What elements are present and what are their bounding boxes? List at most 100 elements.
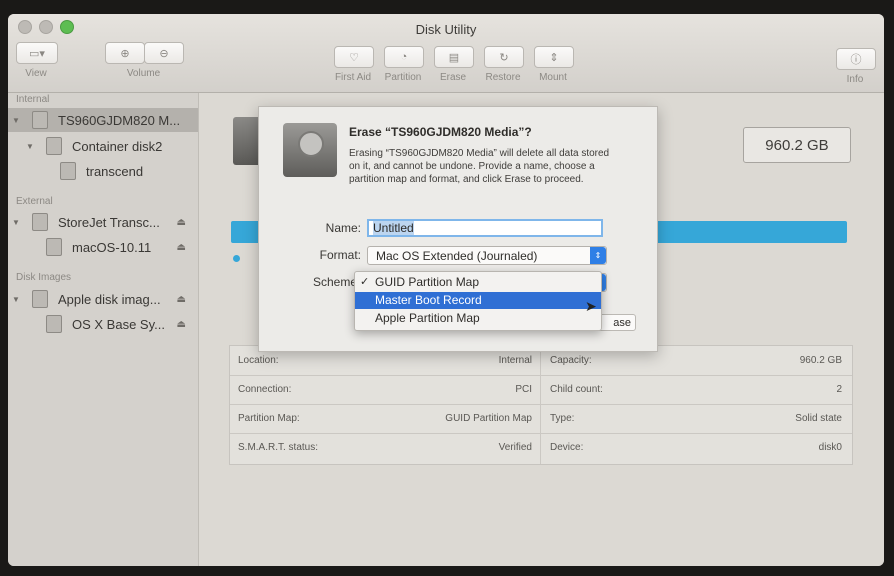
mount-button[interactable]: ⇕ [534, 46, 574, 68]
erase-icon: ▤ [448, 51, 460, 64]
connection-label: Connection: [238, 384, 292, 395]
volume-icon [46, 238, 62, 256]
type-value: Solid state [795, 413, 842, 424]
info-icon: ⓘ [850, 54, 862, 66]
sidebar: Internal ▼ TS960GJDM820 M... ▼ Container… [8, 93, 199, 566]
table-row: Connection: PCI Child count: 2 [230, 375, 852, 405]
sidebar-icon: ▭▾ [29, 47, 45, 60]
sidebar-item-ts960-media[interactable]: ▼ TS960GJDM820 M... [8, 108, 198, 132]
name-field[interactable]: Untitled [367, 219, 603, 237]
info-button[interactable]: ⓘ [836, 48, 876, 70]
sidebar-item-label: TS960GJDM820 M... [58, 112, 181, 128]
restore-label: Restore [485, 72, 521, 83]
disclosure-triangle-icon[interactable]: ▼ [12, 116, 20, 125]
dialog-description: Erasing “TS960GJDM820 Media” will delete… [349, 148, 610, 185]
table-row: Partition Map: GUID Partition Map Type: … [230, 404, 852, 434]
child-count-label: Child count: [550, 384, 603, 395]
sidebar-item-label: macOS-10.11 [72, 239, 152, 255]
internal-disk-icon [32, 111, 48, 129]
info-label: Info [846, 74, 864, 85]
mount-icon: ⇕ [549, 51, 559, 64]
remove-volume-button[interactable]: ⊖ [144, 42, 184, 64]
sidebar-item-storejet[interactable]: ▼ StoreJet Transc... ⏏ [8, 210, 198, 234]
eject-icon[interactable]: ⏏ [177, 242, 186, 253]
smart-status-value: Verified [498, 442, 532, 453]
partition-label: Partition [384, 72, 422, 83]
eject-icon[interactable]: ⏏ [177, 294, 186, 305]
scheme-dropdown-menu: ✓ GUID Partition Map Master Boot Record … [354, 271, 602, 331]
sidebar-item-transcend[interactable]: transcend [8, 159, 198, 183]
updown-chevron-icon: ⇕ [590, 247, 606, 264]
internal-section-header: Internal [16, 94, 50, 105]
menu-item-apple-partition-map[interactable]: Apple Partition Map [355, 310, 601, 327]
connection-value: PCI [515, 384, 532, 395]
disk-image-icon [32, 290, 48, 308]
restore-button[interactable]: ↻ [484, 46, 524, 68]
volume-icon [46, 315, 62, 333]
capacity-value: 960.2 GB [799, 355, 842, 366]
disk-images-section-header: Disk Images [16, 272, 72, 283]
menu-item-label: GUID Partition Map [375, 275, 480, 289]
view-label: View [25, 68, 47, 79]
checkmark-icon: ✓ [360, 276, 370, 288]
view-button[interactable]: ▭▾ [16, 42, 58, 64]
sidebar-item-label: Apple disk imag... [58, 291, 161, 307]
usage-legend-dot [233, 255, 240, 262]
scheme-label: Scheme [312, 275, 357, 289]
window-title: Disk Utility [415, 22, 477, 37]
add-volume-icon: ⊕ [120, 47, 130, 60]
erase-toolbar-button[interactable]: ▤ [434, 46, 474, 68]
format-select[interactable]: Mac OS Extended (Journaled) ⇕ [367, 246, 607, 265]
menu-item-master-boot-record[interactable]: Master Boot Record [355, 292, 601, 309]
eject-icon[interactable]: ⏏ [177, 217, 186, 228]
volume-icon [60, 162, 76, 180]
smart-status-label: S.M.A.R.T. status: [238, 442, 319, 453]
menu-item-label: Apple Partition Map [375, 311, 480, 325]
first-aid-label: First Aid [334, 72, 372, 83]
dialog-title: Erase “TS960GJDM820 Media”? [349, 125, 532, 139]
disclosure-triangle-icon[interactable]: ▼ [26, 142, 34, 151]
sidebar-item-container-disk2[interactable]: ▼ Container disk2 [8, 134, 198, 158]
format-label: Format: [319, 248, 361, 262]
partition-map-value: GUID Partition Map [445, 413, 532, 424]
name-label: Name: [325, 221, 361, 235]
mount-label: Mount [539, 72, 567, 83]
device-value: disk0 [818, 442, 842, 453]
add-volume-button[interactable]: ⊕ [105, 42, 145, 64]
disclosure-triangle-icon[interactable]: ▼ [12, 295, 20, 304]
partition-icon: ◔ [400, 51, 408, 63]
restore-icon: ↻ [499, 51, 509, 64]
format-select-value: Mac OS Extended (Journaled) [376, 248, 538, 263]
sidebar-item-apple-disk-image[interactable]: ▼ Apple disk imag... ⏏ [8, 287, 198, 311]
sidebar-item-label: transcend [86, 163, 144, 179]
external-section-header: External [16, 196, 53, 207]
toolbar: Disk Utility ▭▾ View ⊕ ⊖ Volume ♡ First … [8, 14, 884, 93]
type-label: Type: [550, 413, 575, 424]
partition-map-label: Partition Map: [238, 413, 300, 424]
sidebar-item-label: StoreJet Transc... [58, 214, 160, 230]
partition-button[interactable]: ◔ [384, 46, 424, 68]
volume-label: Volume [126, 68, 161, 79]
table-row: S.M.A.R.T. status: Verified Device: disk… [230, 433, 852, 462]
menu-item-guid-partition-map[interactable]: ✓ GUID Partition Map [355, 274, 601, 291]
disclosure-triangle-icon[interactable]: ▼ [12, 218, 20, 227]
mouse-pointer-icon: ➤ [585, 298, 597, 314]
sidebar-item-macos-10-11[interactable]: macOS-10.11 ⏏ [8, 235, 198, 259]
erase-label: Erase [439, 72, 467, 83]
stethoscope-icon: ♡ [349, 51, 359, 64]
menu-item-label: Master Boot Record [375, 293, 482, 307]
name-field-value: Untitled [373, 221, 414, 235]
device-label: Device: [550, 442, 584, 453]
eject-icon[interactable]: ⏏ [177, 319, 186, 330]
remove-volume-icon: ⊖ [159, 47, 169, 60]
first-aid-button[interactable]: ♡ [334, 46, 374, 68]
sidebar-item-os-x-base-system[interactable]: OS X Base Sy... ⏏ [8, 312, 198, 336]
container-icon [46, 137, 62, 155]
disk-utility-window: Disk Utility ▭▾ View ⊕ ⊖ Volume ♡ First … [8, 14, 884, 566]
disk-info-table: Location: Internal Capacity: 960.2 GB Co… [229, 345, 853, 465]
external-disk-icon [32, 213, 48, 231]
sidebar-item-label: Container disk2 [72, 138, 163, 154]
hard-disk-icon [283, 123, 337, 177]
sidebar-item-label: OS X Base Sy... [72, 316, 165, 332]
capacity-display: 960.2 GB [743, 127, 851, 163]
